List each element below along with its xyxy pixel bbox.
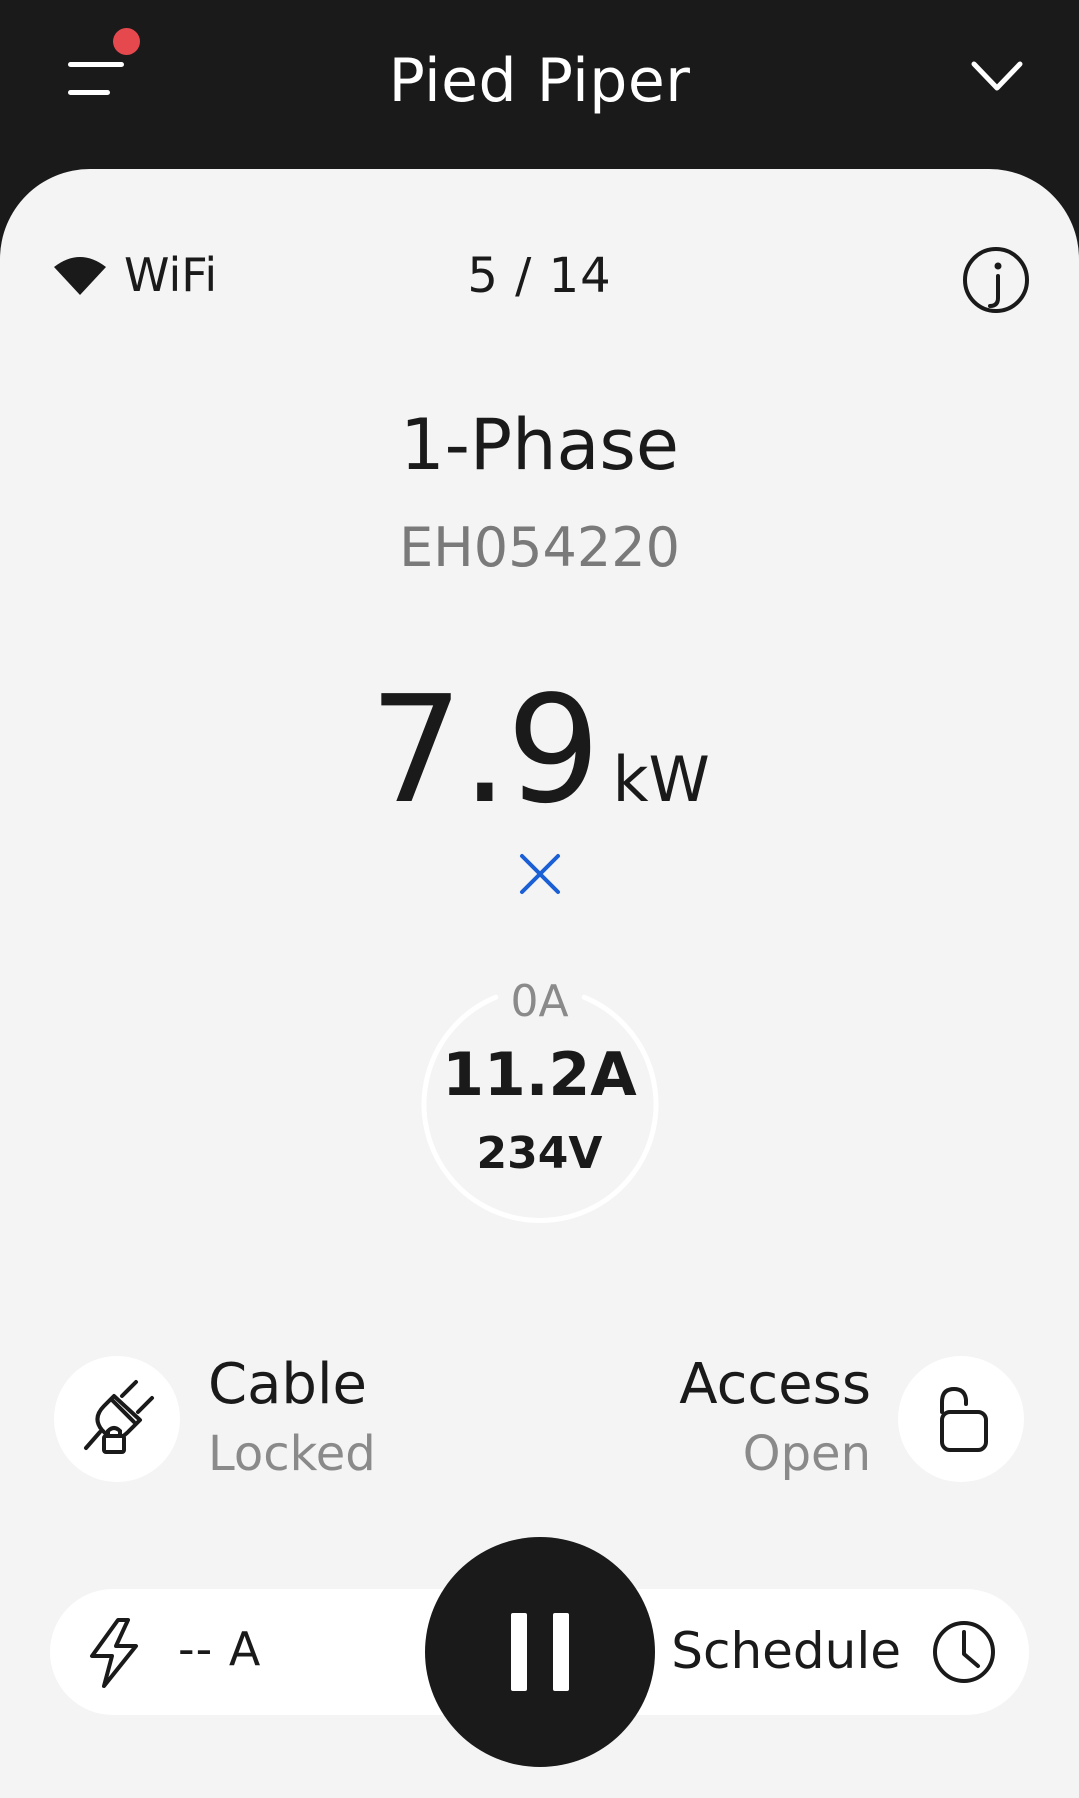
power-value: 7.9 <box>369 664 600 836</box>
serial-number: EH054220 <box>399 516 680 579</box>
access-button[interactable] <box>898 1356 1024 1482</box>
x-icon <box>520 854 560 894</box>
top-bar: Pied Piper <box>0 0 1079 170</box>
chevron-down-icon <box>971 61 1023 91</box>
clock-icon <box>933 1621 995 1683</box>
info-icon <box>963 247 1029 313</box>
pause-icon-bar <box>553 1613 569 1691</box>
gauge-min-label: 0A <box>510 976 569 1027</box>
current-limit-value: -- A <box>178 1622 262 1676</box>
pause-button[interactable] <box>425 1537 655 1767</box>
access-title: Access <box>679 1352 871 1417</box>
power-unit: kW <box>612 743 710 816</box>
access-status: Open <box>742 1426 871 1482</box>
phase-label: 1-Phase <box>400 404 679 486</box>
pause-icon <box>511 1613 527 1691</box>
page-indicator: 5 / 14 <box>467 248 612 304</box>
bolt-icon <box>90 1618 138 1688</box>
app-title: Pied Piper <box>388 46 691 116</box>
charger-dropdown-button[interactable] <box>964 52 1030 102</box>
schedule-label: Schedule <box>671 1622 901 1680</box>
unlock-icon <box>940 1386 988 1452</box>
gauge-current: 11.2A <box>442 1040 637 1110</box>
power-readout: 7.9 kW <box>0 664 1079 836</box>
cable-lock-button[interactable] <box>54 1356 180 1482</box>
info-button[interactable] <box>960 244 1032 316</box>
cable-status: Locked <box>208 1426 376 1482</box>
cable-lock-icon <box>84 1380 154 1454</box>
gauge-voltage: 234V <box>476 1128 603 1179</box>
cable-title: Cable <box>208 1352 367 1417</box>
